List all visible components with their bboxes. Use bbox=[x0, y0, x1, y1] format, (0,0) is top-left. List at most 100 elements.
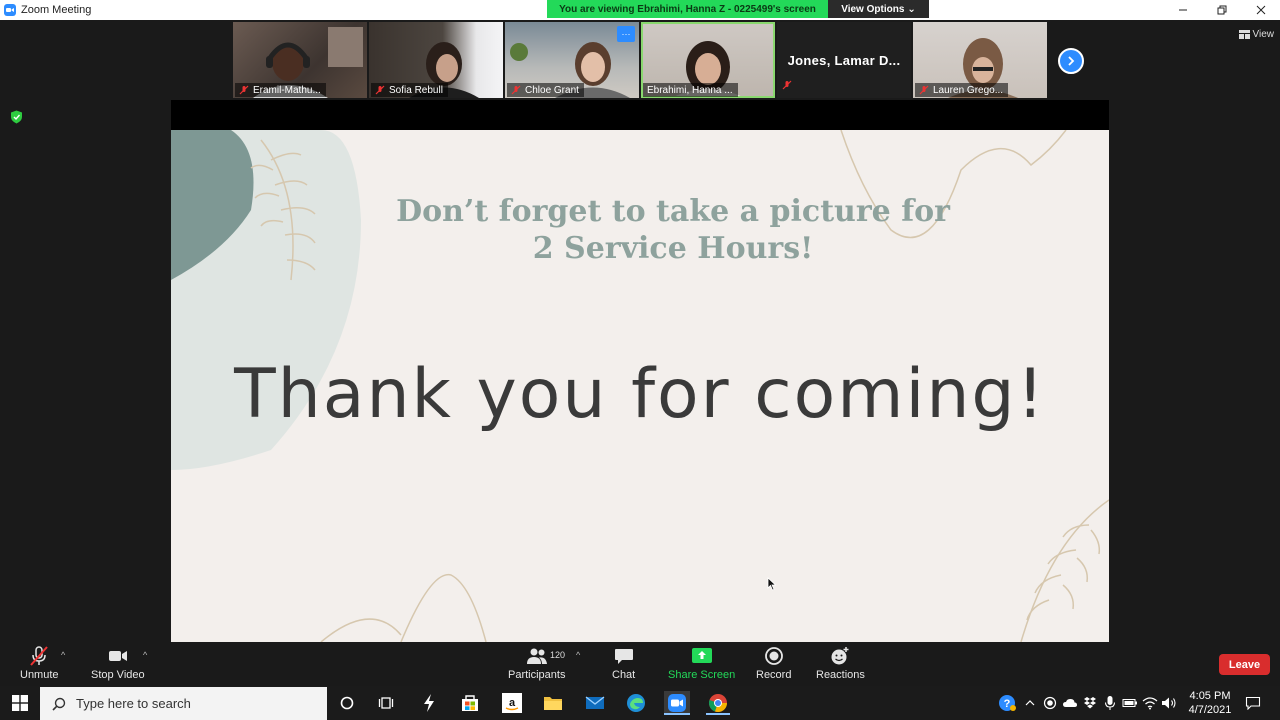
view-layout-button[interactable]: View bbox=[1238, 26, 1275, 42]
mouse-cursor-icon bbox=[767, 577, 777, 591]
restore-icon bbox=[1217, 5, 1226, 15]
record-button[interactable]: Record bbox=[756, 646, 791, 681]
amazon-logo-icon: a bbox=[502, 693, 522, 713]
participant-name-tag: Eramil-Mathu... bbox=[235, 83, 326, 97]
lightning-bolt-icon bbox=[424, 694, 434, 712]
help-badge-text: ? bbox=[1004, 698, 1011, 710]
participant-tile[interactable]: Lauren Grego... bbox=[913, 22, 1047, 98]
volume-tray-button[interactable] bbox=[1161, 695, 1177, 711]
start-button[interactable] bbox=[0, 686, 40, 720]
title-bar: Zoom Meeting You are viewing Ebrahimi, H… bbox=[0, 0, 1280, 20]
svg-text:a: a bbox=[509, 697, 516, 709]
file-explorer-button[interactable] bbox=[541, 691, 565, 715]
muted-mic-icon bbox=[919, 85, 929, 95]
dropbox-tray-button[interactable] bbox=[1082, 695, 1098, 711]
participant-name: Eramil-Mathu... bbox=[253, 84, 321, 96]
chat-label: Chat bbox=[612, 669, 636, 681]
zoom-meeting-window: Zoom Meeting You are viewing Ebrahimi, H… bbox=[0, 0, 1280, 720]
onedrive-tray-button[interactable] bbox=[1062, 695, 1078, 711]
task-view-button[interactable] bbox=[375, 691, 399, 715]
taskbar-search-input[interactable]: Type here to search bbox=[40, 687, 327, 720]
chevron-up-icon bbox=[1025, 700, 1035, 706]
participant-display-name: Jones, Lamar D... bbox=[787, 52, 901, 68]
close-icon bbox=[1256, 5, 1265, 15]
wifi-tray-button[interactable] bbox=[1142, 695, 1158, 711]
view-options-button[interactable]: View Options ⌄ bbox=[828, 0, 929, 18]
share-screen-button[interactable]: Share Screen bbox=[668, 646, 735, 681]
unmute-label: Unmute bbox=[20, 669, 59, 681]
unmute-button[interactable]: Unmute bbox=[20, 646, 59, 681]
mail-app-button[interactable] bbox=[583, 691, 607, 715]
folder-icon bbox=[544, 697, 562, 710]
close-button[interactable] bbox=[1241, 0, 1280, 20]
cortana-button[interactable] bbox=[335, 691, 359, 715]
participant-name-tag: Sofia Rebull bbox=[371, 83, 448, 97]
amazon-app-button[interactable]: a bbox=[500, 691, 524, 715]
taskbar-clock[interactable]: 4:05 PM 4/7/2021 bbox=[1180, 689, 1240, 717]
leave-meeting-button[interactable]: Leave bbox=[1219, 654, 1270, 675]
next-participants-button[interactable] bbox=[1058, 48, 1084, 74]
windows-taskbar: Type here to search a ? 4:05 PM 4/7/2021 bbox=[0, 686, 1280, 720]
chevron-right-icon bbox=[1068, 56, 1075, 66]
grid-view-icon bbox=[1238, 29, 1250, 39]
participants-options-caret[interactable]: ^ bbox=[576, 650, 580, 660]
action-center-button[interactable] bbox=[1245, 695, 1261, 711]
participant-name: Sofia Rebull bbox=[389, 84, 443, 96]
cortana-circle-icon bbox=[340, 696, 354, 710]
audio-options-caret[interactable]: ^ bbox=[61, 650, 65, 660]
participants-label: Participants bbox=[508, 669, 566, 681]
stop-video-button[interactable]: Stop Video bbox=[91, 646, 145, 681]
participant-tile[interactable]: Eramil-Mathu... bbox=[233, 22, 367, 98]
participant-name-tag bbox=[782, 77, 792, 95]
restore-button[interactable] bbox=[1202, 0, 1241, 20]
minimize-button[interactable] bbox=[1163, 0, 1202, 20]
stop-video-label: Stop Video bbox=[91, 669, 145, 681]
participant-name-tag: Lauren Grego... bbox=[915, 83, 1009, 97]
muted-mic-icon bbox=[375, 85, 385, 95]
participant-tile[interactable]: ··· Chloe Grant bbox=[505, 22, 639, 98]
show-hidden-icons-button[interactable] bbox=[1022, 695, 1038, 711]
chat-button[interactable]: Chat bbox=[612, 646, 635, 681]
participants-icon bbox=[526, 648, 547, 664]
minimize-icon bbox=[1178, 9, 1187, 11]
smiley-add-icon bbox=[831, 647, 849, 665]
participant-tile-no-video[interactable]: Jones, Lamar D... bbox=[777, 22, 911, 98]
view-label: View bbox=[1252, 28, 1275, 40]
muted-microphone-icon bbox=[30, 646, 49, 666]
record-label: Record bbox=[756, 669, 792, 681]
slide-subtitle-line-1: Don’t forget to take a picture for bbox=[396, 194, 950, 229]
notification-icon bbox=[1245, 696, 1261, 710]
taskbar-app-bolt[interactable] bbox=[417, 691, 441, 715]
participant-tile[interactable]: Sofia Rebull bbox=[369, 22, 503, 98]
edge-browser-button[interactable] bbox=[624, 691, 648, 715]
meeting-toolbar: Unmute ^ Stop Video ^ Participants 120 ^ bbox=[0, 642, 1280, 686]
zoom-app-button-active[interactable] bbox=[664, 691, 690, 715]
record-icon bbox=[764, 647, 783, 665]
muted-mic-icon bbox=[239, 85, 249, 95]
open-app-indicator bbox=[706, 713, 730, 715]
microphone-icon bbox=[1104, 696, 1116, 710]
presentation-slide: Don’t forget to take a picture for 2 Ser… bbox=[171, 130, 1109, 642]
microphone-tray-button[interactable] bbox=[1102, 695, 1118, 711]
search-placeholder: Type here to search bbox=[76, 696, 191, 711]
battery-tray-button[interactable] bbox=[1122, 695, 1138, 711]
video-options-caret[interactable]: ^ bbox=[143, 650, 147, 660]
windows-logo-icon bbox=[12, 695, 28, 711]
encryption-shield-icon[interactable] bbox=[10, 110, 23, 124]
participant-count: 120 bbox=[550, 650, 566, 660]
slide-subtitle: Don’t forget to take a picture for 2 Ser… bbox=[171, 193, 1109, 267]
participant-name: Ebrahimi, Hanna ... bbox=[647, 84, 733, 96]
clock-time: 4:05 PM bbox=[1189, 690, 1231, 702]
microsoft-store-button[interactable] bbox=[458, 691, 482, 715]
chrome-browser-button[interactable] bbox=[706, 691, 730, 715]
participant-name: Lauren Grego... bbox=[933, 84, 1004, 96]
view-options-label: View Options bbox=[841, 3, 905, 15]
muted-mic-icon bbox=[511, 85, 521, 95]
reactions-button[interactable]: Reactions bbox=[816, 646, 865, 681]
viewing-screen-banner: You are viewing Ebrahimi, Hanna Z - 0225… bbox=[547, 0, 828, 18]
cloud-icon bbox=[1063, 698, 1077, 707]
tray-app-record[interactable] bbox=[1042, 695, 1058, 711]
participant-tile-active[interactable]: Ebrahimi, Hanna ... bbox=[641, 22, 775, 98]
participant-more-button[interactable]: ··· bbox=[617, 26, 635, 42]
help-tray-button[interactable]: ? bbox=[998, 694, 1016, 712]
